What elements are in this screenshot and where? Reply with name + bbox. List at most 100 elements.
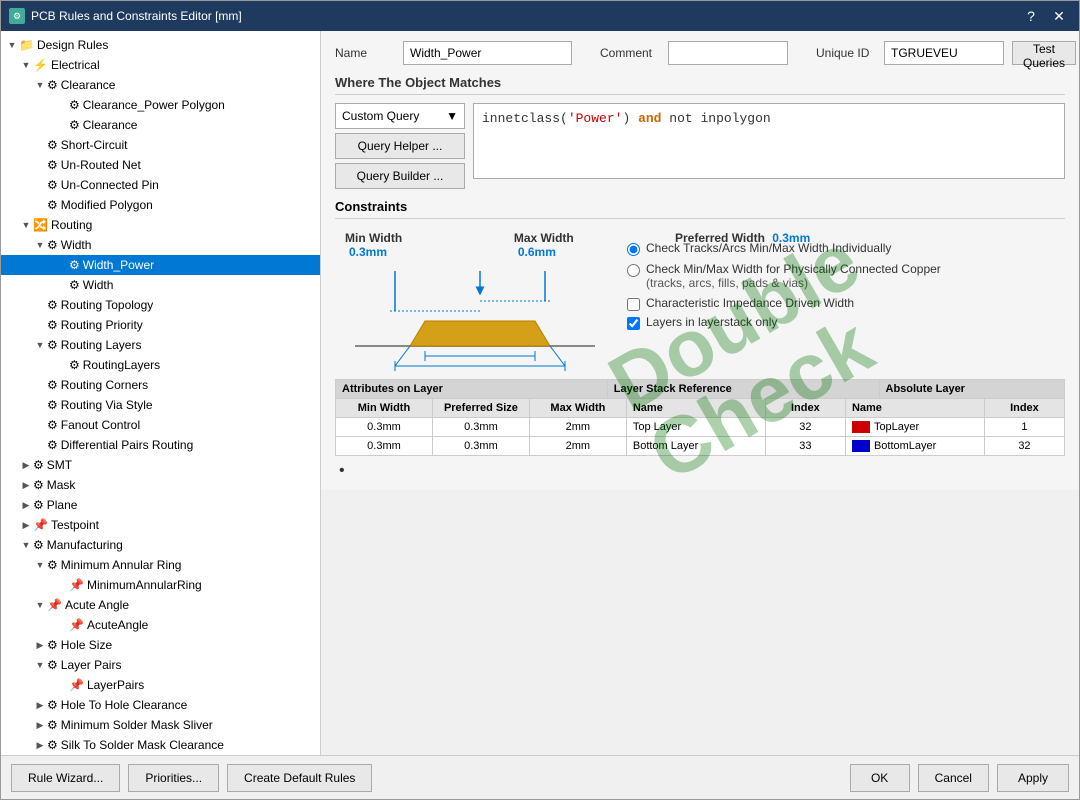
col-name: Name (627, 399, 766, 417)
radio2-row[interactable]: Check Min/Max Width for Physically Conne… (627, 262, 1065, 290)
col-max-width: Max Width (530, 399, 627, 417)
tree-label: SMT (47, 458, 72, 472)
tree-item-routing-layers-item[interactable]: ⚙ RoutingLayers (1, 355, 320, 375)
tree-item-hole-clearance[interactable]: ▶ ⚙ Hole To Hole Clearance (1, 695, 320, 715)
rule-icon: ⚙ (47, 318, 58, 332)
testpoint-icon: 📌 (33, 518, 48, 532)
uid-input[interactable] (884, 41, 1004, 65)
check2-row[interactable]: Layers in layerstack only (627, 315, 1065, 330)
tree-item-electrical[interactable]: ▼ ⚡ Electrical (1, 55, 320, 75)
min-width-value: 0.3mm (349, 245, 387, 259)
tree-item-min-annular-item[interactable]: 📌 MinimumAnnularRing (1, 575, 320, 595)
bottom-bar: Rule Wizard... Priorities... Create Defa… (1, 755, 1079, 799)
query-code-display: innetclass('Power') and not inpolygon (482, 110, 771, 128)
tree-item-testpoint[interactable]: ▶ 📌 Testpoint (1, 515, 320, 535)
tree-item-manufacturing[interactable]: ▼ ⚙ Manufacturing (1, 535, 320, 555)
width-icon: ⚙ (69, 278, 80, 292)
cancel-button[interactable]: Cancel (918, 764, 989, 792)
check1-input[interactable] (627, 298, 640, 311)
check1-row[interactable]: Characteristic Impedance Driven Width (627, 296, 1065, 311)
comment-input[interactable] (668, 41, 788, 65)
name-row: Name Comment Unique ID Test Queries (335, 41, 1065, 65)
check2-label: Layers in layerstack only (646, 315, 777, 329)
tree-item-clearance-group[interactable]: ▼ ⚙ Clearance (1, 75, 320, 95)
preferred-width-value: 0.3mm (772, 231, 810, 245)
tree-item-routing-topology[interactable]: ⚙ Routing Topology (1, 295, 320, 315)
td-pref: 0.3mm (433, 437, 530, 455)
layer-color-top (852, 421, 870, 433)
tree-label: Clearance (83, 118, 138, 132)
max-width-value: 0.6mm (518, 245, 556, 259)
tree-label: Mask (47, 478, 76, 492)
tree-label: MinimumAnnularRing (87, 578, 202, 592)
app-icon: ⚙ (9, 8, 25, 24)
tree-item-short-circuit[interactable]: ⚙ Short-Circuit (1, 135, 320, 155)
check2-input[interactable] (627, 317, 640, 330)
tree-item-hole-size[interactable]: ▶ ⚙ Hole Size (1, 635, 320, 655)
bottom-left-buttons: Rule Wizard... Priorities... Create Defa… (11, 764, 372, 792)
tree-item-layer-pairs[interactable]: ▼ ⚙ Layer Pairs (1, 655, 320, 675)
tree-item-width[interactable]: ⚙ Width (1, 275, 320, 295)
radio2-input[interactable] (627, 264, 640, 277)
query-dropdown[interactable]: Custom Query ▼ (335, 103, 465, 129)
tree-item-acute-angle[interactable]: ▼ 📌 Acute Angle (1, 595, 320, 615)
help-button[interactable]: ? (1019, 6, 1043, 26)
close-button[interactable]: ✕ (1047, 6, 1071, 26)
tree-item-design-rules[interactable]: ▼ 📁 Design Rules (1, 35, 320, 55)
tree-label: Width_Power (83, 258, 154, 272)
tree-item-layer-pairs-item[interactable]: 📌 LayerPairs (1, 675, 320, 695)
tree-item-width-power[interactable]: ⚙ Width_Power (1, 255, 320, 275)
tree-item-clearance[interactable]: ⚙ Clearance (1, 115, 320, 135)
tree-item-plane[interactable]: ▶ ⚙ Plane (1, 495, 320, 515)
priorities-button[interactable]: Priorities... (128, 764, 219, 792)
tree-label: Routing Topology (61, 298, 154, 312)
tree-item-modified-polygon[interactable]: ⚙ Modified Polygon (1, 195, 320, 215)
query-helper-button[interactable]: Query Helper ... (335, 133, 465, 159)
tree-item-acute-angle-item[interactable]: 📌 AcuteAngle (1, 615, 320, 635)
query-builder-button[interactable]: Query Builder ... (335, 163, 465, 189)
tree-item-smt[interactable]: ▶ ⚙ SMT (1, 455, 320, 475)
td-max: 2mm (530, 418, 627, 436)
tree-item-routing-priority[interactable]: ⚙ Routing Priority (1, 315, 320, 335)
width-icon: ⚙ (69, 258, 80, 272)
width-icon: ⚙ (47, 238, 58, 252)
tree-panel[interactable]: ▼ 📁 Design Rules ▼ ⚡ Electrical ▼ ⚙ Clea… (1, 31, 320, 755)
tree-label: Clearance_Power Polygon (83, 98, 225, 112)
titlebar: ⚙ PCB Rules and Constraints Editor [mm] … (1, 1, 1079, 31)
tree-item-mask[interactable]: ▶ ⚙ Mask (1, 475, 320, 495)
tree-item-clearance-power[interactable]: ⚙ Clearance_Power Polygon (1, 95, 320, 115)
tree-item-routing-via-style[interactable]: ⚙ Routing Via Style (1, 395, 320, 415)
query-text-area[interactable]: innetclass('Power') and not inpolygon (473, 103, 1065, 179)
tree-item-width-group[interactable]: ▼ ⚙ Width (1, 235, 320, 255)
apply-button[interactable]: Apply (997, 764, 1069, 792)
tree-item-min-solder-mask[interactable]: ▶ ⚙ Minimum Solder Mask Sliver (1, 715, 320, 735)
tree-item-routing-corners[interactable]: ⚙ Routing Corners (1, 375, 320, 395)
tree-item-un-connected-pin[interactable]: ⚙ Un-Connected Pin (1, 175, 320, 195)
ok-button[interactable]: OK (850, 764, 910, 792)
rule-wizard-button[interactable]: Rule Wizard... (11, 764, 120, 792)
tree-label: Routing Corners (61, 378, 148, 392)
test-queries-button[interactable]: Test Queries (1012, 41, 1076, 65)
table-row[interactable]: 0.3mm 0.3mm 2mm Top Layer 32 TopLayer 1 (336, 418, 1064, 437)
tree-item-routing[interactable]: ▼ 🔀 Routing (1, 215, 320, 235)
uid-label: Unique ID (816, 46, 876, 60)
expand-icon: ▶ (33, 720, 47, 731)
plane-icon: ⚙ (33, 498, 44, 512)
tree-item-un-routed-net[interactable]: ⚙ Un-Routed Net (1, 155, 320, 175)
table-row[interactable]: 0.3mm 0.3mm 2mm Bottom Layer 33 BottomLa… (336, 437, 1064, 455)
create-default-button[interactable]: Create Default Rules (227, 764, 372, 792)
name-input[interactable] (403, 41, 572, 65)
expand-icon: ▶ (33, 640, 47, 651)
tree-label: Hole Size (61, 638, 112, 652)
rule-icon: ⚙ (47, 638, 58, 652)
tree-label: Modified Polygon (61, 198, 153, 212)
tree-item-diff-pairs[interactable]: ⚙ Differential Pairs Routing (1, 435, 320, 455)
tree-item-fanout-control[interactable]: ⚙ Fanout Control (1, 415, 320, 435)
radio1-input[interactable] (627, 243, 640, 256)
tree-label: Differential Pairs Routing (61, 438, 194, 452)
tree-item-silk-to-solder[interactable]: ▶ ⚙ Silk To Solder Mask Clearance (1, 735, 320, 755)
tree-item-min-annular[interactable]: ▼ ⚙ Minimum Annular Ring (1, 555, 320, 575)
table-col-stack: Layer Stack Reference (608, 380, 880, 398)
tree-item-routing-layers[interactable]: ▼ ⚙ Routing Layers (1, 335, 320, 355)
rule-icon: ⚙ (47, 738, 58, 752)
